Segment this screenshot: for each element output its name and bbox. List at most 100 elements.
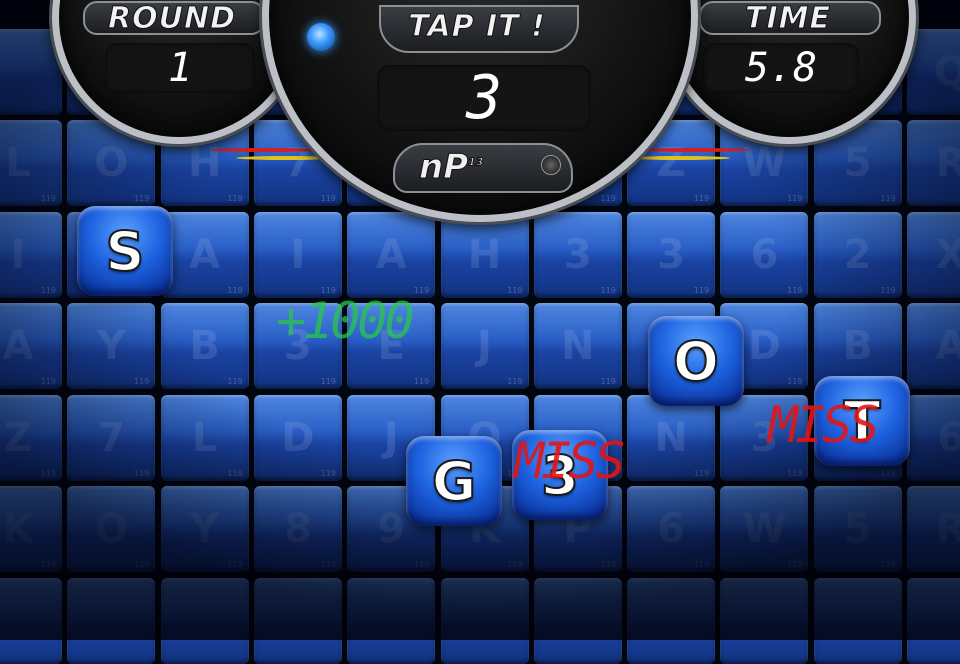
grid-tile[interactable]: Y 119: [160, 486, 249, 572]
grid-tile-letter: 5: [843, 506, 872, 552]
grid-tile-number: 119: [693, 468, 710, 478]
grid-tile[interactable]: O 119: [67, 486, 156, 572]
grid-tile[interactable]: 6119: [907, 394, 960, 481]
grid-tile[interactable]: [0, 577, 62, 664]
grid-tile-number: 119: [40, 377, 56, 386]
grid-tile[interactable]: H 119: [440, 211, 529, 298]
grid-tile[interactable]: Q: [907, 28, 960, 115]
grid-tile-number: 119: [880, 560, 896, 569]
grid-tile[interactable]: I 119: [253, 211, 342, 298]
grid-tile[interactable]: Z 119: [0, 394, 62, 481]
gauge-wire: [210, 148, 320, 152]
grid-tile-letter: N: [654, 414, 688, 461]
grid-tile[interactable]: 7 119: [67, 394, 156, 481]
grid-tile[interactable]: Y 119: [67, 303, 156, 389]
grid-tile[interactable]: D 119: [253, 394, 342, 481]
grid-tile[interactable]: K 119: [0, 486, 62, 572]
tile-letter: G: [431, 449, 477, 514]
grid-tile[interactable]: 3 119: [533, 211, 622, 298]
grid-tile-number: 119: [413, 560, 430, 569]
grid-tile[interactable]: A 119: [160, 211, 249, 298]
grid-tile-number: 119: [40, 285, 56, 295]
grid-tile-number: 119: [507, 560, 523, 569]
grid-tile[interactable]: N 119: [533, 303, 622, 389]
status-light-icon: [307, 23, 335, 51]
miss-text: MISS: [768, 396, 879, 454]
grid-tile[interactable]: L 119: [160, 394, 249, 481]
round-label: ROUND: [108, 1, 236, 37]
tile-letter: S: [105, 219, 146, 284]
grid-tile-number: 119: [227, 285, 243, 295]
active-tile-g[interactable]: G: [406, 436, 502, 526]
grid-tile-number: 119: [320, 468, 336, 478]
grid-tile-letter: 7: [97, 414, 126, 461]
grid-tile-letter: O: [94, 506, 129, 552]
target-value: 3: [377, 63, 591, 133]
grid-tile-letter: L: [191, 414, 218, 461]
grid-tile[interactable]: [627, 577, 716, 664]
tap-it-label: TAP IT !: [408, 9, 546, 45]
grid-tile[interactable]: R119: [907, 120, 960, 206]
round-value: 1: [105, 43, 255, 93]
grid-tile-number: 119: [320, 560, 336, 569]
grid-tile[interactable]: [160, 577, 249, 664]
grid-tile[interactable]: [813, 577, 902, 664]
grid-tile-letter: J: [477, 323, 492, 369]
active-tile-o[interactable]: O: [648, 316, 744, 406]
grid-tile-number: 119: [600, 377, 616, 386]
grid-tile[interactable]: 3 119: [627, 211, 716, 298]
grid-tile[interactable]: [0, 28, 62, 115]
grid-tile[interactable]: I 119: [0, 211, 62, 298]
grid-tile[interactable]: [347, 577, 436, 664]
time-value: 5.8: [703, 43, 859, 93]
grid-tile-letter: Q: [933, 48, 960, 95]
grid-tile-number: 119: [787, 194, 803, 203]
grid-tile-letter: W: [742, 506, 787, 552]
grid-tile-number: 119: [600, 560, 616, 569]
grid-tile[interactable]: 2 119: [813, 211, 902, 298]
grid-tile[interactable]: A119: [907, 303, 960, 389]
grid-tile[interactable]: J 119: [440, 303, 529, 389]
grid-tile[interactable]: [907, 577, 960, 664]
grid-tile-letter: I: [10, 231, 26, 278]
grid-tile[interactable]: [720, 577, 809, 664]
grid-tile-letter: 3: [657, 231, 686, 278]
grid-tile-letter: 6: [750, 231, 779, 278]
grid-tile[interactable]: 6119: [720, 211, 809, 298]
grid-tile-number: 119: [787, 560, 803, 569]
tile-letter: O: [672, 329, 720, 394]
active-tile-s[interactable]: S: [77, 206, 173, 296]
grid-tile-letter: 6: [657, 506, 686, 552]
grid-tile-letter: A: [2, 323, 34, 369]
grid-tile[interactable]: 8 119: [253, 486, 342, 572]
grid-tile-number: 119: [693, 194, 710, 203]
grid-tile-letter: D: [747, 323, 781, 369]
grid-tile[interactable]: 6119: [627, 486, 716, 572]
grid-tile[interactable]: [67, 577, 156, 664]
grid-tile-number: 119: [134, 468, 150, 478]
grid-tile-number: 119: [600, 194, 616, 203]
grid-tile[interactable]: A 119: [0, 303, 62, 389]
grid-tile-letter: A: [935, 323, 960, 369]
grid-tile[interactable]: R119: [907, 486, 960, 572]
grid-tile[interactable]: W 119: [720, 486, 809, 572]
grid-tile-letter: R: [935, 506, 960, 552]
grid-tile-letter: A: [189, 231, 221, 278]
grid-tile[interactable]: X119: [907, 211, 960, 298]
grid-tile[interactable]: [533, 577, 622, 664]
grid-tile[interactable]: L 119: [0, 120, 62, 206]
grid-tile[interactable]: 5 119: [813, 486, 902, 572]
grid-tile-letter: Y: [96, 323, 126, 369]
grid-tile-number: 119: [134, 377, 150, 386]
grid-tile-number: 119: [787, 468, 803, 478]
grid-tile-letter: X: [935, 231, 960, 278]
grid-tile-number: 119: [320, 377, 336, 386]
grid-tile-number: 119: [880, 194, 896, 203]
grid-tile[interactable]: A119: [347, 211, 436, 298]
grid-tile-number: 119: [600, 285, 616, 295]
grid-tile-number: 119: [787, 377, 803, 386]
grid-tile[interactable]: N 119: [627, 394, 716, 481]
grid-tile[interactable]: [440, 577, 529, 664]
grid-tile[interactable]: B 119: [160, 303, 249, 389]
grid-tile[interactable]: [253, 577, 342, 664]
